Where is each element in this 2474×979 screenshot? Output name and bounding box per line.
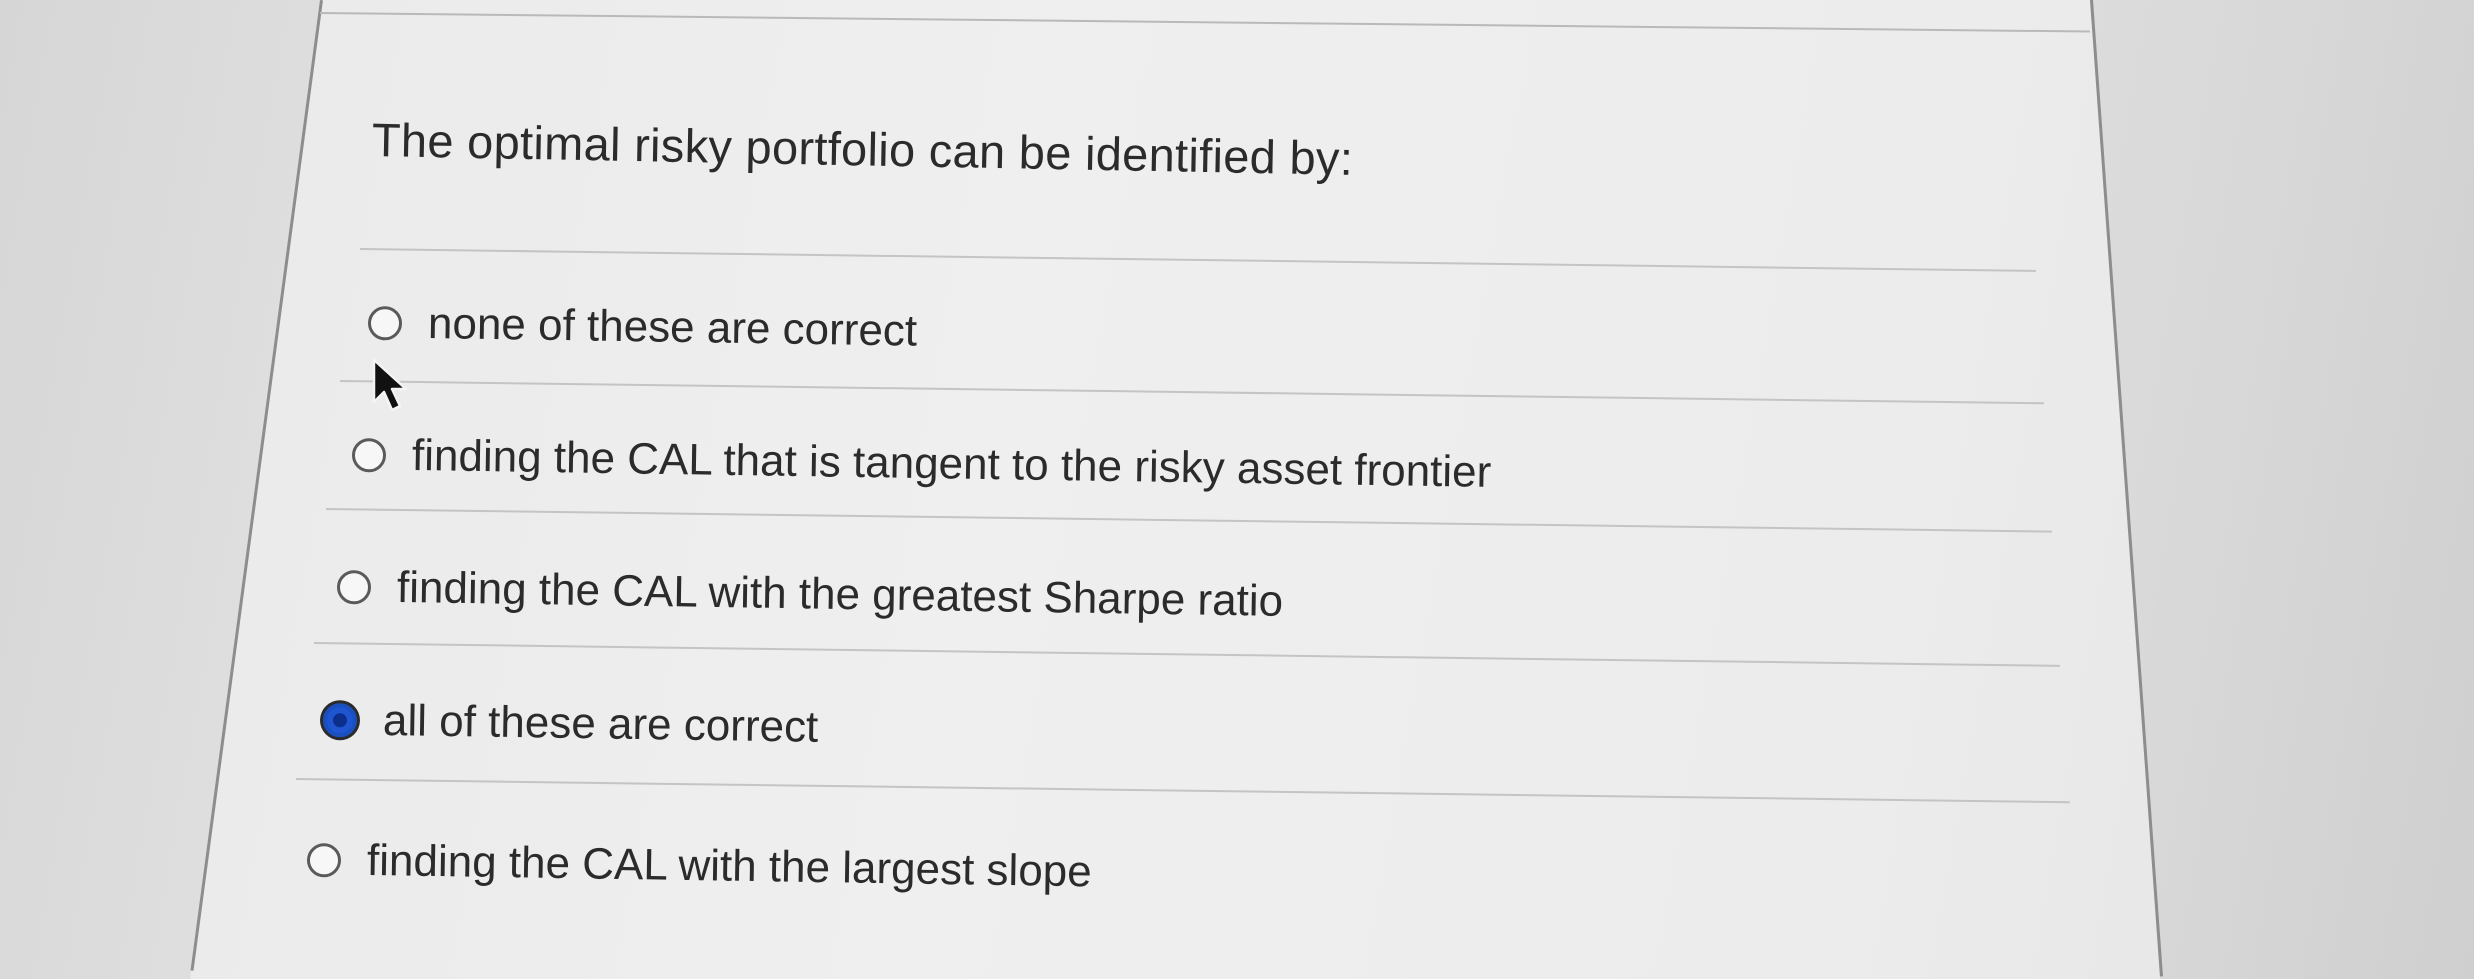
option-none-correct[interactable]: none of these are correct bbox=[367, 298, 918, 357]
mouse-pointer-icon bbox=[372, 358, 408, 412]
option-all-correct[interactable]: all of these are correct bbox=[322, 695, 819, 753]
option-label: none of these are correct bbox=[427, 298, 918, 356]
radio-button-icon[interactable] bbox=[306, 843, 342, 878]
radio-button-icon[interactable] bbox=[351, 438, 387, 473]
radio-button-icon[interactable] bbox=[367, 306, 403, 341]
option-label: all of these are correct bbox=[382, 695, 819, 752]
radio-button-selected-icon[interactable] bbox=[322, 703, 358, 738]
radio-button-icon[interactable] bbox=[336, 570, 372, 605]
